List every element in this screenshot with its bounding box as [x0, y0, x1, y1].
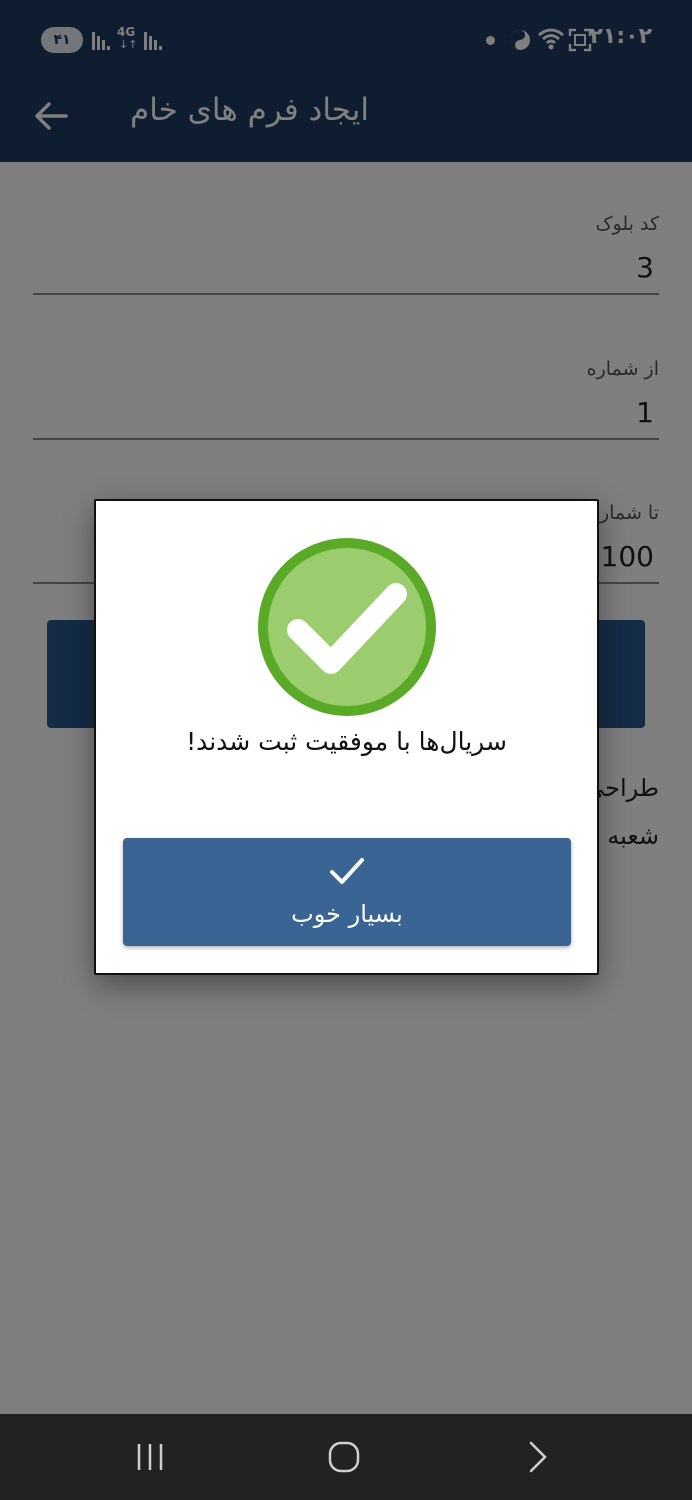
recent-apps-button[interactable] [125, 1432, 175, 1482]
chevron-right-icon [529, 1441, 547, 1473]
dialog-message: سریال‌ها با موفقیت ثبت شدند! [186, 727, 507, 756]
home-button[interactable] [319, 1432, 369, 1482]
success-dialog: سریال‌ها با موفقیت ثبت شدند! بسیار خوب [94, 499, 599, 975]
ok-button[interactable]: بسیار خوب [123, 838, 571, 946]
recent-apps-icon [137, 1444, 163, 1470]
ok-button-label: بسیار خوب [291, 900, 403, 928]
success-check-icon [258, 538, 436, 716]
checkmark-icon [330, 858, 364, 884]
system-back-button[interactable] [513, 1432, 563, 1482]
system-navigation-bar [0, 1414, 692, 1500]
home-icon [328, 1441, 360, 1473]
